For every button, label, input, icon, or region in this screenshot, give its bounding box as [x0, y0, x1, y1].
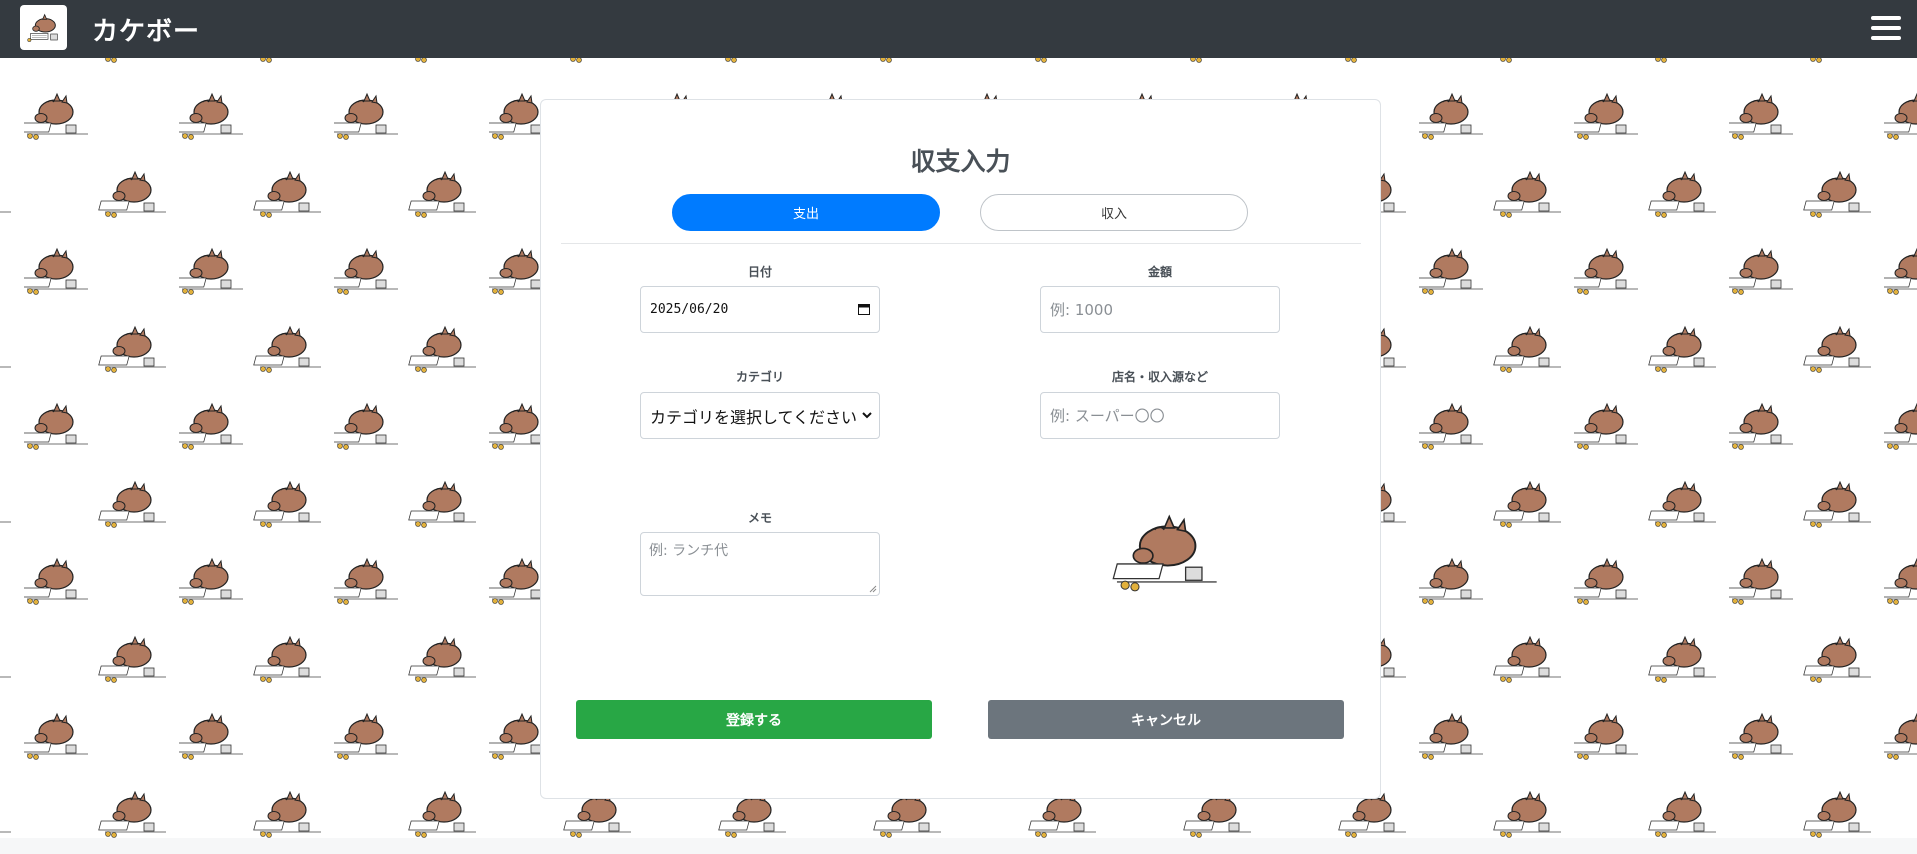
date-value: 2025/06/20 [650, 302, 729, 317]
store-input[interactable]: 例: スーパー〇〇 [1040, 392, 1280, 439]
calendar-icon[interactable] [858, 303, 870, 315]
amount-placeholder: 例: 1000 [1050, 301, 1113, 319]
logo[interactable] [20, 5, 67, 50]
footer-strip [0, 838, 1917, 854]
memo-placeholder: 例: ランチ代 [649, 543, 729, 559]
resize-grip-icon[interactable] [869, 585, 877, 593]
date-input[interactable]: 2025/06/20 [640, 286, 880, 333]
transaction-form-card: 収支入力 支出 収入 日付 2025/06/20 金額 例: 1000 カテゴリ… [540, 99, 1381, 799]
page-title: 収支入力 [910, 147, 1011, 176]
brand-title[interactable]: カケボー [92, 11, 200, 48]
store-placeholder: 例: スーパー〇〇 [1050, 407, 1165, 425]
chevron-down-icon [862, 412, 872, 419]
amount-label: 金額 [1147, 265, 1172, 279]
category-label: カテゴリ [735, 370, 784, 384]
date-label: 日付 [747, 265, 772, 279]
top-navbar: カケボー [0, 0, 1917, 58]
cancel-button[interactable]: キャンセル [988, 700, 1344, 739]
hamburger-menu-icon[interactable] [1871, 16, 1901, 40]
tab-income[interactable]: 収入 [980, 194, 1248, 231]
store-label: 店名・収入源など [1111, 370, 1208, 384]
submit-button[interactable]: 登録する [576, 700, 932, 739]
boar-mascot-icon [1112, 514, 1217, 592]
memo-label: メモ [747, 511, 772, 525]
memo-textarea[interactable]: 例: ランチ代 [640, 532, 880, 596]
divider [561, 243, 1361, 244]
amount-input[interactable]: 例: 1000 [1040, 286, 1280, 333]
category-selected: カテゴリを選択してください [650, 407, 858, 427]
category-select[interactable]: カテゴリを選択してください [640, 392, 880, 439]
boar-mascot-icon [26, 13, 58, 42]
tab-expense[interactable]: 支出 [672, 194, 940, 231]
